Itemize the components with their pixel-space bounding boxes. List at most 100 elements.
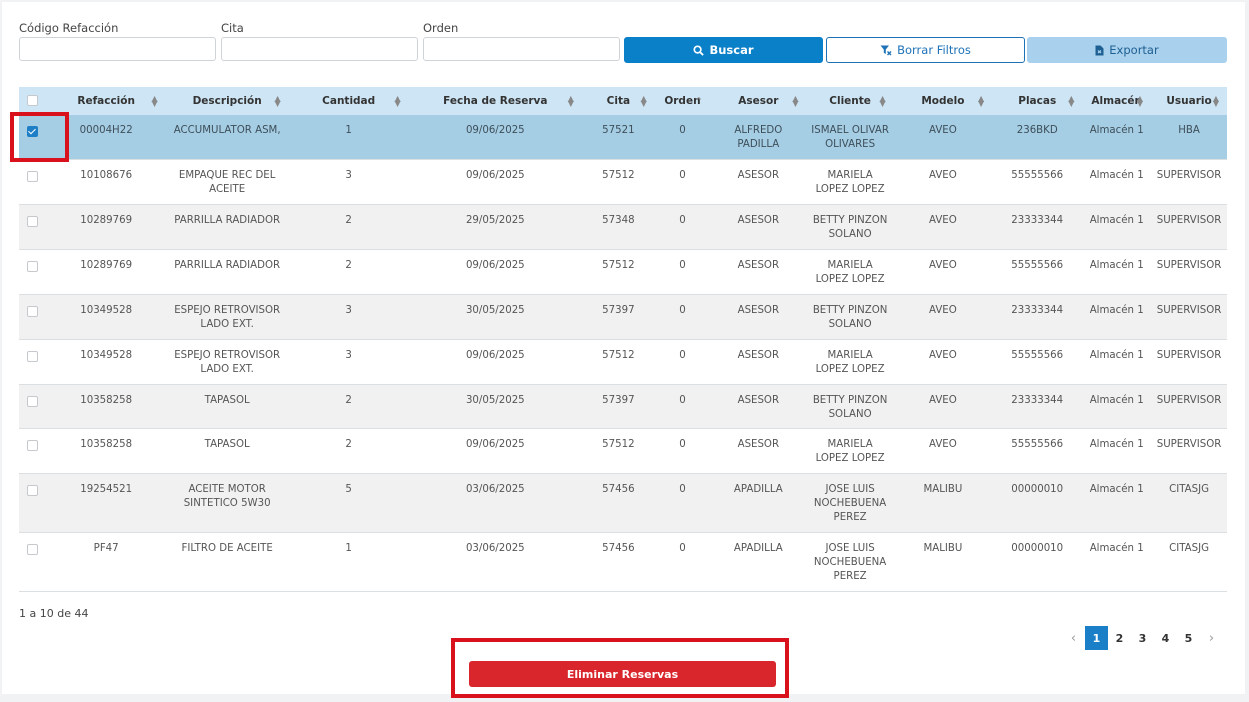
- exportar-label: Exportar: [1109, 43, 1159, 57]
- header-cita[interactable]: Cita ▲ ▼: [581, 87, 655, 115]
- cell-refaccion: PF47: [46, 532, 166, 592]
- cell-fecha-reserva: 09/06/2025: [408, 249, 582, 295]
- header-almacen[interactable]: Almacén ▲ ▼: [1082, 87, 1152, 115]
- row-checkbox-cell[interactable]: [19, 294, 47, 340]
- cell-fecha-reserva: 03/06/2025: [408, 473, 582, 533]
- row-checkbox[interactable]: [27, 171, 39, 182]
- row-checkbox[interactable]: [27, 216, 39, 227]
- header-refaccion[interactable]: Refacción ▲ ▼: [46, 87, 166, 115]
- row-checkbox[interactable]: [27, 440, 39, 451]
- table-row[interactable]: 10349528 ESPEJO RETROVISOR LADO EXT. 3 09/0…: [19, 339, 1227, 385]
- cita-input[interactable]: [221, 37, 418, 61]
- cell-refaccion: 10108676: [46, 159, 166, 205]
- select-all-checkbox[interactable]: [27, 95, 39, 106]
- row-checkbox-cell[interactable]: [19, 249, 47, 295]
- exportar-button[interactable]: Exportar: [1027, 37, 1227, 63]
- sort-icon[interactable]: ▲ ▼: [641, 95, 647, 108]
- table-row[interactable]: 10358258 TAPASOL 2 30/05/2025 57397 0 ASESOR BE…: [19, 384, 1227, 429]
- row-checkbox[interactable]: [27, 126, 39, 137]
- cell-modelo: AVEO: [893, 339, 993, 385]
- header-cliente[interactable]: Cliente ▲ ▼: [806, 87, 894, 115]
- cell-placas: 55555566: [992, 428, 1083, 474]
- sort-icon[interactable]: ▲ ▼: [568, 95, 574, 108]
- table-row[interactable]: 10289769 PARRILLA RADIADOR 2 09/06/2025 5751…: [19, 249, 1227, 295]
- table-row[interactable]: 10358258 TAPASOL 2 09/06/2025 57512 0 ASESOR MA…: [19, 428, 1227, 474]
- cell-cantidad: 2: [288, 204, 409, 250]
- page-button-4[interactable]: 4: [1154, 626, 1177, 650]
- page-button-5[interactable]: 5: [1177, 626, 1200, 650]
- page-button-1[interactable]: 1: [1085, 626, 1108, 650]
- orden-input[interactable]: [423, 37, 620, 61]
- row-checkbox-cell[interactable]: [19, 532, 47, 592]
- buscar-button[interactable]: Buscar: [624, 37, 823, 63]
- cell-refaccion: 19254521: [46, 473, 166, 533]
- cell-almacen: Almacén 1: [1082, 204, 1152, 250]
- cell-asesor: APADILLA: [710, 532, 807, 592]
- header-cantidad[interactable]: Cantidad ▲ ▼: [288, 87, 409, 115]
- header-modelo[interactable]: Modelo ▲ ▼: [893, 87, 993, 115]
- cell-asesor: ASESOR: [710, 294, 807, 340]
- codigo-refaccion-input[interactable]: [19, 37, 216, 61]
- row-checkbox-cell[interactable]: [19, 115, 47, 160]
- cell-almacen: Almacén 1: [1082, 294, 1152, 340]
- table-row[interactable]: 10289769 PARRILLA RADIADOR 2 29/05/2025 5734…: [19, 204, 1227, 250]
- page-button-3[interactable]: 3: [1131, 626, 1154, 650]
- cell-cantidad: 3: [288, 339, 409, 385]
- row-checkbox-cell[interactable]: [19, 204, 47, 250]
- table-row[interactable]: 10349528 ESPEJO RETROVISOR LADO EXT. 3 30/0…: [19, 294, 1227, 340]
- sort-asc-icon[interactable]: ^: [695, 97, 702, 105]
- cell-asesor: APADILLA: [710, 473, 807, 533]
- cell-modelo: AVEO: [893, 249, 993, 295]
- table-header-row: Refacción ▲ ▼ Descripción ▲ ▼ Cantidad ▲ ▼ Fec…: [19, 87, 1227, 115]
- sort-icon[interactable]: ▲ ▼: [1068, 95, 1074, 108]
- row-checkbox-cell[interactable]: [19, 339, 47, 385]
- sort-icon[interactable]: ▲ ▼: [395, 95, 401, 108]
- table-row[interactable]: 19254521 ACEITE MOTOR SINTETICO 5W30 5 03/0…: [19, 473, 1227, 533]
- prev-page-button[interactable]: ‹: [1062, 626, 1085, 650]
- page-button-2[interactable]: 2: [1108, 626, 1131, 650]
- eliminar-reservas-button[interactable]: Eliminar Reservas: [469, 661, 776, 687]
- cell-almacen: Almacén 1: [1082, 159, 1152, 205]
- header-fecha-reserva[interactable]: Fecha de Reserva ▲ ▼: [408, 87, 582, 115]
- file-export-icon: [1095, 45, 1104, 56]
- sort-icon[interactable]: ▲ ▼: [978, 95, 984, 108]
- row-checkbox[interactable]: [27, 261, 39, 272]
- sort-icon[interactable]: ▲ ▼: [880, 95, 886, 108]
- header-asesor[interactable]: Asesor ▲ ▼: [710, 87, 807, 115]
- cell-asesor: ASESOR: [710, 159, 807, 205]
- header-usuario[interactable]: Usuario ▲ ▼: [1151, 87, 1227, 115]
- row-checkbox[interactable]: [27, 351, 39, 362]
- row-checkbox-cell[interactable]: [19, 428, 47, 474]
- row-checkbox[interactable]: [27, 306, 39, 317]
- cell-asesor: ASESOR: [710, 249, 807, 295]
- select-all-header[interactable]: [19, 87, 47, 115]
- cell-cliente: ISMAEL OLIVAR OLIVARES: [806, 115, 894, 160]
- cell-cita: 57456: [581, 473, 655, 533]
- table-row[interactable]: 00004H22 ACCUMULATOR ASM, 1 09/06/2025 57521…: [19, 115, 1227, 160]
- table-row[interactable]: 10108676 EMPAQUE REC DEL ACEITE 3 09/06/202…: [19, 159, 1227, 205]
- row-checkbox-cell[interactable]: [19, 159, 47, 205]
- row-checkbox[interactable]: [27, 544, 39, 555]
- next-page-button[interactable]: ›: [1200, 626, 1223, 650]
- row-checkbox-cell[interactable]: [19, 473, 47, 533]
- row-checkbox-cell[interactable]: [19, 384, 47, 429]
- sort-icon[interactable]: ▲ ▼: [1137, 95, 1143, 108]
- sort-icon[interactable]: ▲ ▼: [151, 95, 157, 108]
- orden-label: Orden: [423, 21, 459, 35]
- reservas-table: Refacción ▲ ▼ Descripción ▲ ▼ Cantidad ▲ ▼ Fec…: [19, 87, 1227, 592]
- cell-almacen: Almacén 1: [1082, 115, 1152, 160]
- cell-refaccion: 10358258: [46, 428, 166, 474]
- row-checkbox[interactable]: [27, 396, 39, 407]
- sort-icon[interactable]: ▲ ▼: [275, 95, 281, 108]
- header-placas[interactable]: Placas ▲ ▼: [992, 87, 1083, 115]
- cell-fecha-reserva: 03/06/2025: [408, 532, 582, 592]
- header-descripcion[interactable]: Descripción ▲ ▼: [165, 87, 289, 115]
- sort-icon[interactable]: ▲ ▼: [1213, 95, 1219, 108]
- table-row[interactable]: PF47 FILTRO DE ACEITE 1 03/06/2025 57456 0 APA…: [19, 532, 1227, 592]
- header-orden[interactable]: Orden ^: [654, 87, 711, 115]
- cell-cantidad: 2: [288, 249, 409, 295]
- sort-icon[interactable]: ▲ ▼: [792, 95, 798, 108]
- row-checkbox[interactable]: [27, 485, 39, 496]
- filter-clear-icon: [880, 45, 892, 56]
- borrar-filtros-button[interactable]: Borrar Filtros: [826, 37, 1025, 63]
